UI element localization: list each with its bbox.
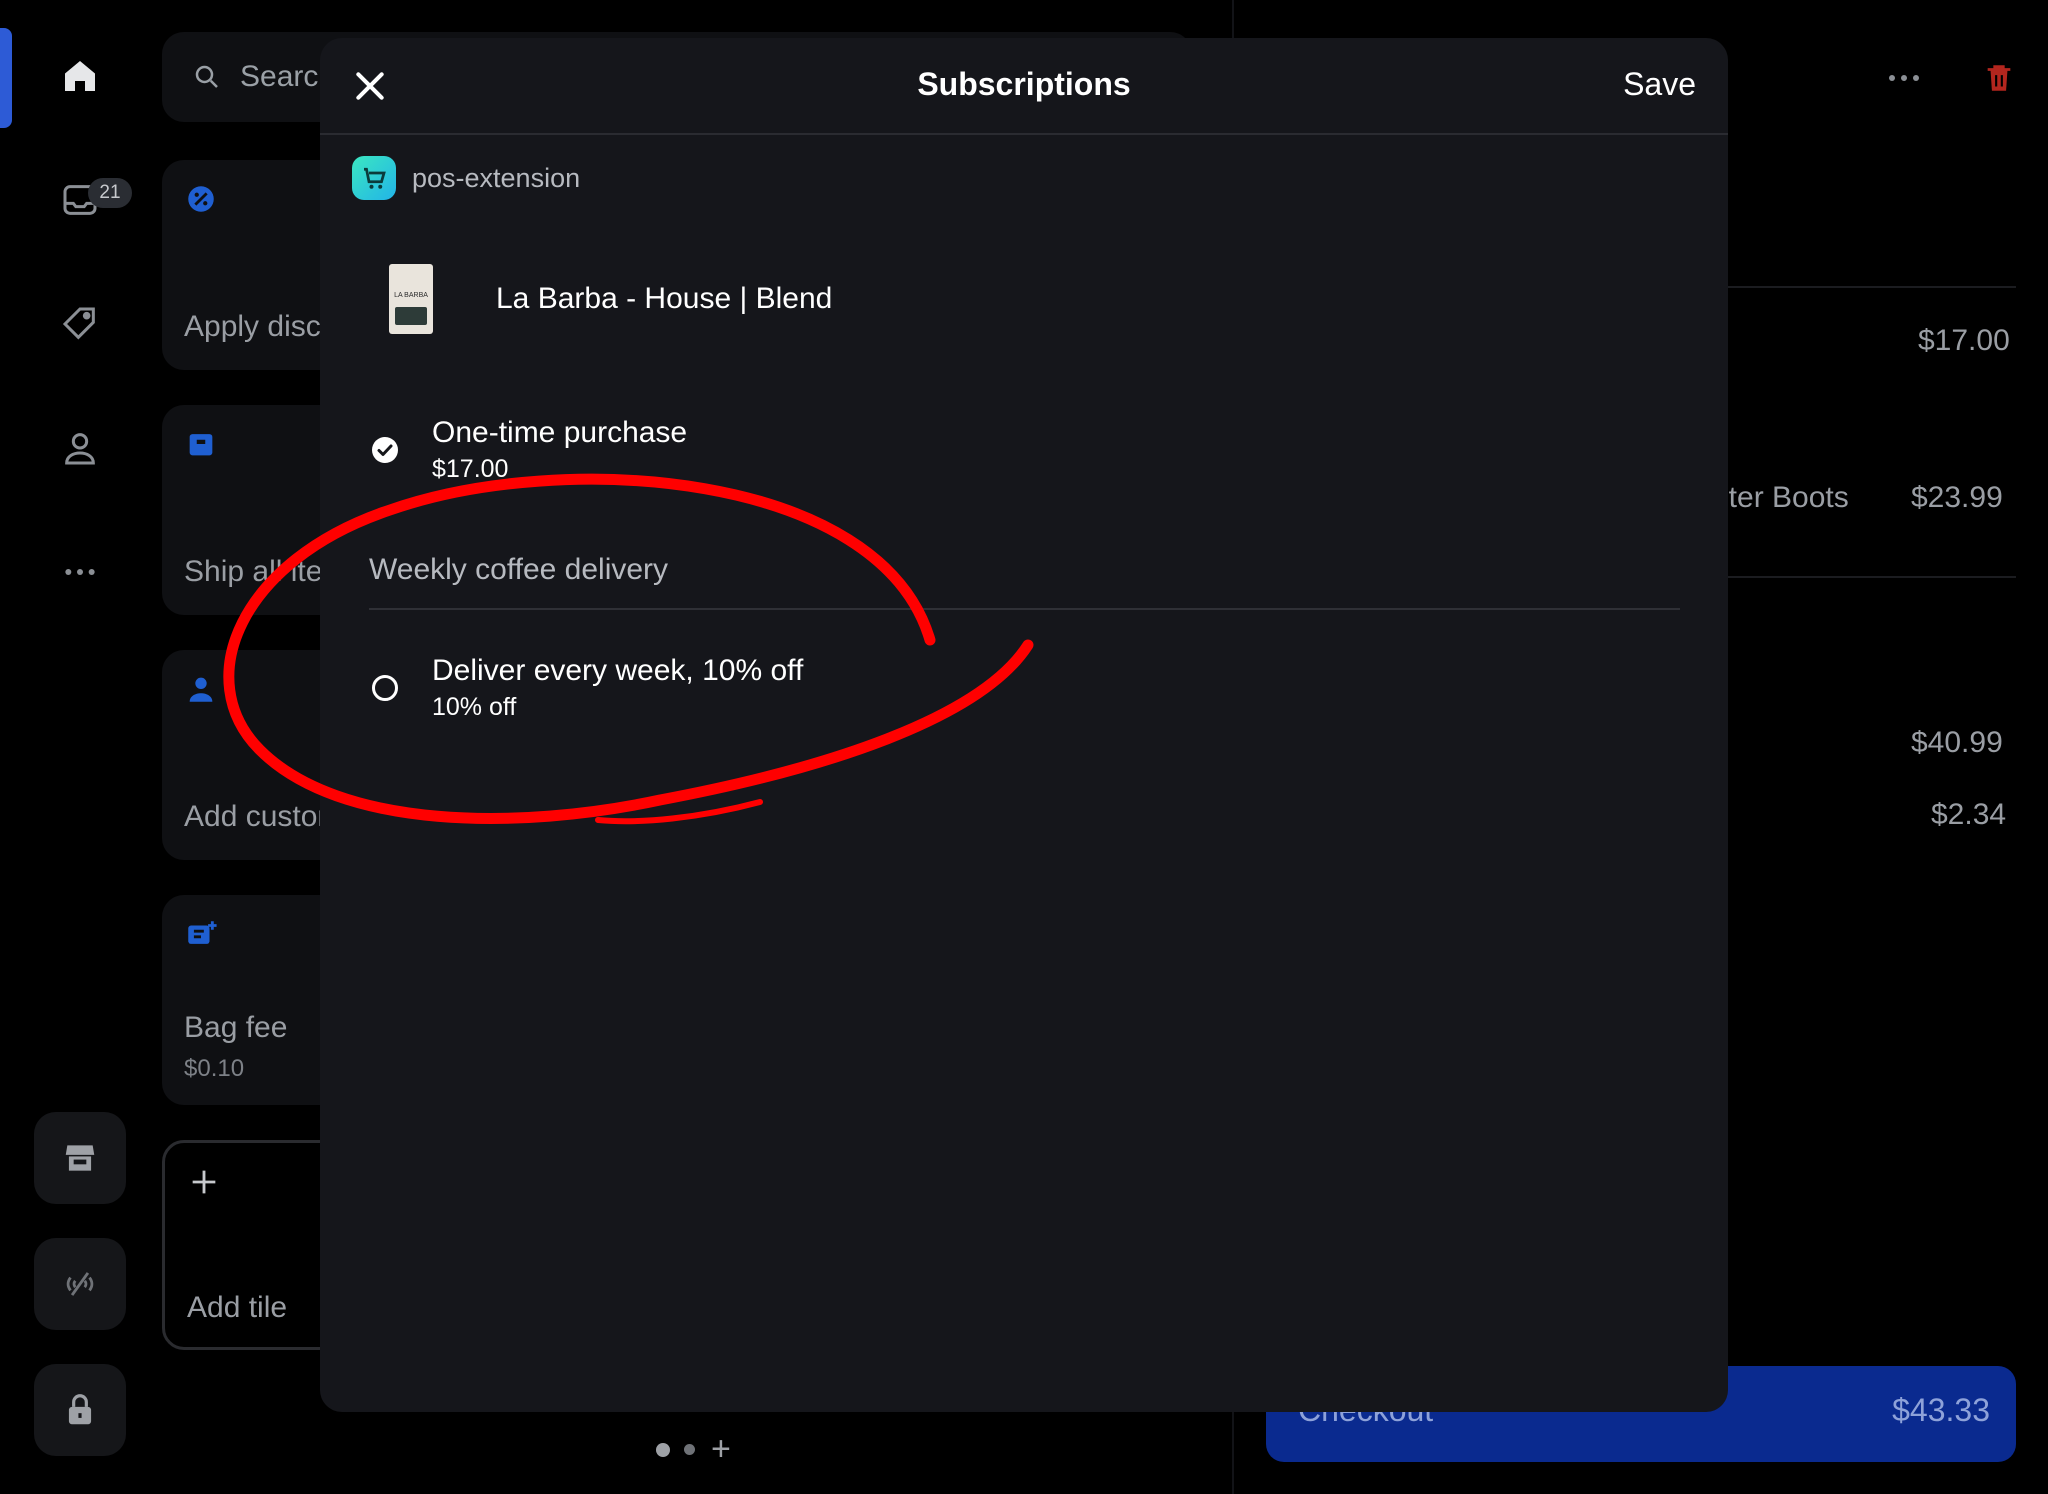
tile-label: Bag fee <box>184 1011 288 1044</box>
bag-fee-icon <box>188 921 217 944</box>
customer-icon <box>189 677 213 702</box>
modal-title: Subscriptions <box>917 66 1131 102</box>
option-title: One-time purchase <box>432 416 688 449</box>
trash-icon[interactable] <box>1982 60 2016 96</box>
store-button[interactable] <box>34 1112 126 1204</box>
product-pack-text: LA BARBA <box>394 292 428 299</box>
subscriptions-modal: Subscriptions Save pos-extension LA BARB… <box>320 38 1728 1412</box>
cart-more-icon[interactable] <box>1886 66 1922 90</box>
home-icon[interactable] <box>48 44 112 108</box>
save-button[interactable]: Save <box>1623 66 1696 103</box>
cart-divider <box>1726 576 2016 578</box>
subtotal-value: $40.99 <box>1911 726 2003 759</box>
inbox-badge: 21 <box>88 178 132 208</box>
product-row: LA BARBA La Barba - House | Blend <box>372 260 832 338</box>
discount-icon <box>188 186 214 212</box>
check-icon <box>377 444 393 456</box>
page-dot[interactable] <box>684 1444 695 1455</box>
add-page-button[interactable]: + <box>711 1430 731 1469</box>
product-thumbnail: LA BARBA <box>372 260 450 338</box>
person-icon[interactable] <box>48 416 112 480</box>
group-divider <box>369 608 1680 610</box>
extension-logo-icon <box>352 156 396 200</box>
option-title: Deliver every week, 10% off <box>432 654 804 687</box>
cart-divider <box>1726 286 2016 288</box>
cart-item-price: $23.99 <box>1911 481 2003 514</box>
extension-header: pos-extension <box>352 156 580 200</box>
cart-item-name[interactable]: nter Boots <box>1712 481 1849 515</box>
checkout-total: $43.33 <box>1892 1392 1990 1428</box>
page-indicator: + <box>656 1430 731 1469</box>
offline-button[interactable] <box>34 1238 126 1330</box>
active-indicator <box>0 28 12 128</box>
plus-icon <box>192 1170 216 1194</box>
left-rail: 21 <box>0 0 160 1494</box>
ship-icon <box>189 434 213 456</box>
option-sub: 10% off <box>432 693 517 721</box>
product-name: La Barba - House | Blend <box>496 282 833 315</box>
cart-item-price: $17.00 <box>1918 324 2010 357</box>
lock-icon <box>68 1394 92 1425</box>
search-icon <box>195 65 218 88</box>
radio-unselected[interactable] <box>372 675 398 701</box>
tax-value: $2.34 <box>1931 798 2007 831</box>
more-icon[interactable] <box>48 540 112 604</box>
group-title: Weekly coffee delivery <box>369 553 669 586</box>
modal-header: Subscriptions Save <box>320 38 1728 135</box>
radio-selected[interactable] <box>372 437 398 463</box>
tile-sub: $0.10 <box>184 1055 245 1082</box>
option-price: $17.00 <box>432 455 509 483</box>
tile-label: Add tile <box>187 1291 288 1324</box>
lock-button[interactable] <box>34 1364 126 1456</box>
tag-icon[interactable] <box>48 292 112 356</box>
extension-name: pos-extension <box>412 162 581 193</box>
offline-icon <box>66 1272 94 1296</box>
page-dot-active[interactable] <box>656 1442 670 1457</box>
store-icon <box>65 1145 95 1171</box>
